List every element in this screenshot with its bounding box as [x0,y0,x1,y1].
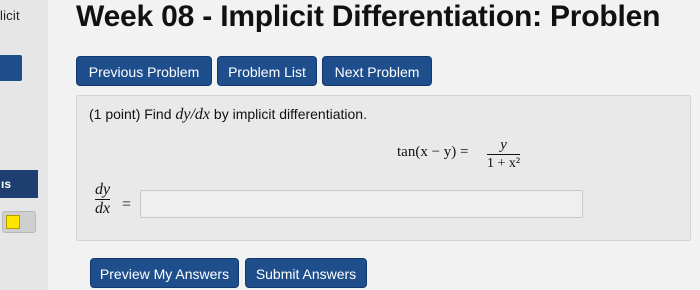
submit-answers-button[interactable]: Submit Answers [245,258,367,288]
points-label: (1 point) Find [89,106,172,122]
page-title: Week 08 - Implicit Differentiation: Prob… [76,0,661,33]
derivative-notation: dy/dx [175,106,211,123]
sidebar-title: licit [0,8,20,23]
answer-derivative-fraction: dy dx [95,181,111,218]
equation-rhs-denominator: 1 + x² [487,156,521,171]
previous-problem-button[interactable]: Previous Problem [76,56,212,86]
preview-answers-button[interactable]: Preview My Answers [90,258,239,288]
answer-equals-sign: = [122,196,132,213]
sidebar-section-header: ıs [0,170,38,198]
problem-status-indicator[interactable] [2,211,36,233]
sidebar-active-item[interactable] [0,55,22,81]
equation-lhs: tan(x − y) = [397,144,469,160]
equation-rhs-numerator: y [500,137,507,153]
instruction-text: by implicit differentiation. [213,106,367,122]
answer-numerator: dy [95,181,111,198]
problem-panel: (1 point) Find dy/dx by implicit differe… [76,95,691,241]
problem-statement: (1 point) Find dy/dx by implicit differe… [89,106,367,124]
problem-list-button[interactable]: Problem List [217,56,317,86]
equation-rhs-fraction: y 1 + x² [487,136,521,173]
sidebar: licit ıs [0,0,48,290]
answer-denominator: dx [95,200,111,217]
status-square-icon [6,215,20,229]
answer-input[interactable] [140,190,583,218]
next-problem-button[interactable]: Next Problem [322,56,432,86]
